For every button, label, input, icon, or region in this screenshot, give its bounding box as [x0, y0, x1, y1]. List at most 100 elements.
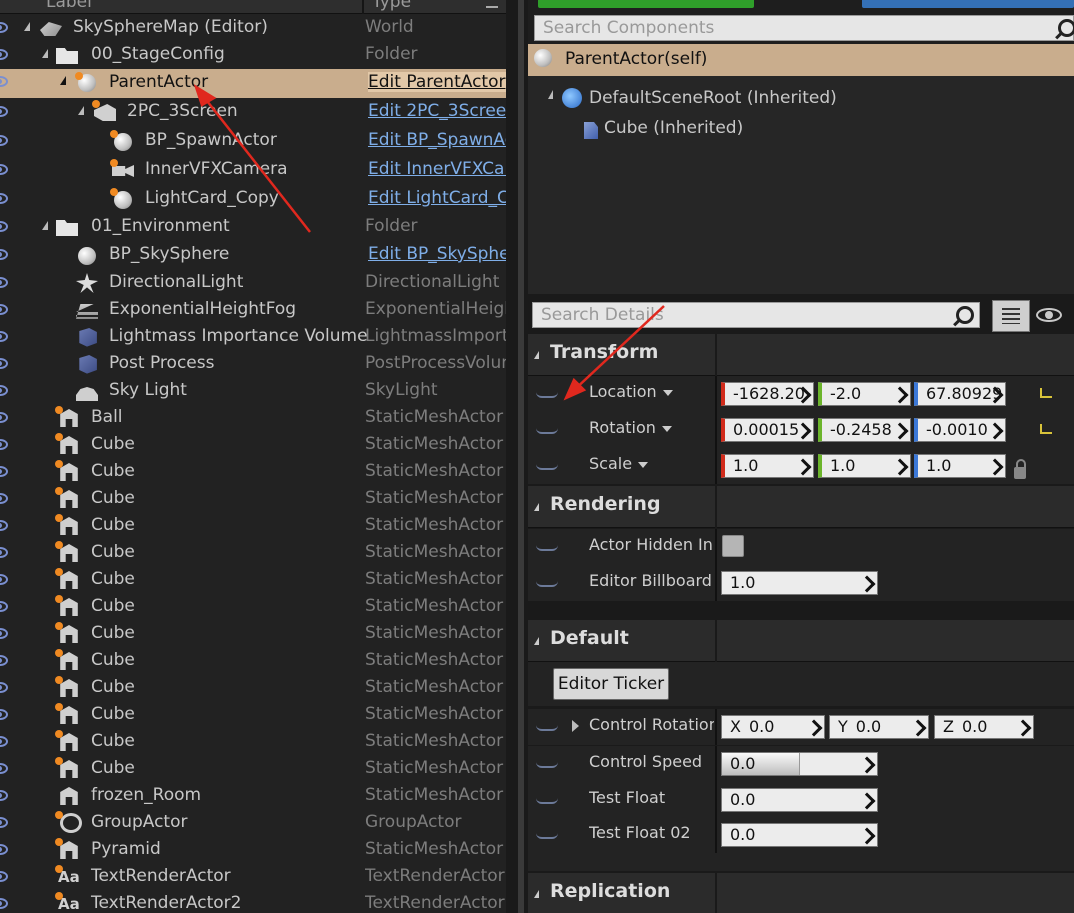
visibility-eye-icon[interactable] — [0, 817, 8, 828]
property-label[interactable]: Editor Billboard Scale — [589, 571, 714, 590]
outliner-row-postprocess[interactable]: Post Process PostProcessVolume — [0, 351, 506, 378]
property-label[interactable]: Test Float — [589, 788, 714, 807]
scale-x-field[interactable]: 1.0 — [721, 454, 814, 478]
outliner-row-screen[interactable]: 2PC_3Screen Edit 2PC_3Screen — [0, 99, 506, 126]
outliner-row-lightcard[interactable]: LightCard_Copy Edit LightCard_Copy — [0, 186, 506, 213]
actor-hidden-checkbox[interactable] — [722, 535, 744, 557]
collapse-arrow-icon[interactable] — [534, 503, 539, 511]
control-speed-slider[interactable]: 0.0 — [721, 752, 878, 776]
visibility-eye-icon[interactable] — [0, 547, 8, 558]
reset-arrow-icon[interactable] — [536, 581, 558, 587]
outliner-row-group[interactable]: GroupActor GroupActor — [0, 810, 506, 837]
editor-ticker-button[interactable]: Editor Ticker — [553, 668, 669, 700]
blueprint-script-button[interactable] — [862, 0, 1074, 8]
reset-arrow-icon[interactable] — [536, 833, 558, 839]
rotation-y-field[interactable]: -0.2458 — [818, 418, 911, 442]
collapse-arrow-icon[interactable] — [548, 90, 553, 99]
visibility-eye-icon[interactable] — [0, 164, 8, 175]
visibility-eye-icon[interactable] — [0, 193, 8, 204]
location-z-field[interactable]: 67.80929 — [914, 382, 1006, 406]
dropdown-arrow-icon[interactable] — [662, 389, 673, 396]
category-default[interactable]: Default — [528, 620, 1074, 662]
control-rotation-y-field[interactable]: Y 0.0 — [829, 715, 929, 739]
visibility-eye-icon[interactable] — [0, 790, 8, 801]
outliner-row-mesh[interactable]: Cube StaticMeshActor — [0, 702, 506, 729]
outliner-row-mesh[interactable]: Cube StaticMeshActor — [0, 432, 506, 459]
outliner-row-mesh[interactable]: Ball StaticMeshActor — [0, 405, 506, 432]
control-rotation-x-field[interactable]: X 0.0 — [721, 715, 825, 739]
category-replication[interactable]: Replication — [528, 873, 1074, 913]
property-label[interactable]: Scale — [589, 454, 649, 473]
property-label[interactable]: Actor Hidden In Game — [589, 535, 714, 554]
collapse-arrow-icon[interactable] — [78, 106, 84, 115]
outliner-row-fog[interactable]: ExponentialHeightFog ExponentialHeightFo… — [0, 297, 506, 324]
property-label[interactable]: Control Speed — [589, 752, 714, 771]
outliner-row-mesh[interactable]: Cube StaticMeshActor — [0, 648, 506, 675]
reset-arrow-icon[interactable] — [536, 392, 558, 398]
outliner-row-skylight[interactable]: Sky Light SkyLight — [0, 378, 506, 405]
property-label[interactable]: Location — [589, 382, 673, 401]
reset-arrow-icon[interactable] — [536, 545, 558, 551]
add-component-button[interactable] — [538, 0, 754, 8]
reset-arrow-icon[interactable] — [536, 428, 558, 434]
visibility-eye-icon[interactable] — [0, 898, 8, 909]
reset-to-default-icon[interactable] — [1040, 388, 1052, 398]
outliner-row-world[interactable]: SkySphereMap (Editor) World — [0, 15, 506, 42]
outliner-row-skysphere[interactable]: BP_SkySphere Edit BP_SkySphere — [0, 242, 506, 269]
visibility-eye-icon[interactable] — [0, 763, 8, 774]
test-float-02-field[interactable]: 0.0 — [721, 823, 878, 847]
collapse-arrow-icon[interactable] — [534, 637, 539, 645]
scale-y-field[interactable]: 1.0 — [818, 454, 911, 478]
visibility-eye-icon[interactable] — [0, 520, 8, 531]
outliner-row-folder[interactable]: 00_StageConfig Folder — [0, 42, 506, 69]
visibility-eye-icon[interactable] — [0, 49, 8, 60]
visibility-eye-icon[interactable] — [0, 221, 8, 232]
category-transform[interactable]: Transform — [528, 334, 1074, 376]
outliner-row-mesh[interactable]: Pyramid StaticMeshActor — [0, 837, 506, 864]
outliner-row-mesh[interactable]: Cube StaticMeshActor — [0, 567, 506, 594]
collapse-arrow-icon[interactable] — [534, 890, 539, 898]
component-cube-label[interactable]: Cube (Inherited) — [604, 118, 743, 138]
dropdown-arrow-icon[interactable] — [638, 461, 649, 468]
location-x-field[interactable]: -1628.20 — [721, 382, 814, 406]
outliner-row-mesh[interactable]: Cube StaticMeshActor — [0, 540, 506, 567]
visibility-eye-icon[interactable] — [0, 304, 8, 315]
search-components-input[interactable]: Search Components — [534, 15, 1074, 41]
outliner-row-mesh[interactable]: frozen_Room StaticMeshActor — [0, 783, 506, 810]
reset-arrow-icon[interactable] — [536, 725, 558, 731]
outliner-row-text[interactable]: Aa TextRenderActor2 TextRenderActor — [0, 891, 506, 913]
expand-arrow-icon[interactable] — [572, 720, 579, 732]
outliner-row-mesh[interactable]: Cube StaticMeshActor — [0, 513, 506, 540]
outliner-row-camera[interactable]: InnerVFXCamera Edit InnerVFXCamera — [0, 157, 506, 184]
outliner-row-spawnactor[interactable]: BP_SpawnActor Edit BP_SpawnActor — [0, 128, 506, 155]
visibility-eye-icon[interactable] — [0, 601, 8, 612]
edit-blueprint-link[interactable]: Edit InnerVFXCamera — [368, 159, 506, 179]
outliner-row-mesh[interactable]: Cube StaticMeshActor — [0, 486, 506, 513]
collapse-arrow-icon[interactable] — [24, 22, 30, 31]
outliner-row-mesh[interactable]: Cube StaticMeshActor — [0, 756, 506, 783]
visibility-eye-icon[interactable] — [0, 682, 8, 693]
visibility-eye-icon[interactable] — [0, 106, 8, 117]
collapse-arrow-icon[interactable] — [534, 351, 539, 359]
label-column-header[interactable]: Label — [46, 0, 92, 12]
visibility-eye-icon[interactable] — [0, 22, 8, 33]
visibility-eye-icon[interactable] — [0, 574, 8, 585]
edit-blueprint-link[interactable]: Edit LightCard_Copy — [368, 188, 506, 208]
property-matrix-icon[interactable] — [992, 300, 1030, 332]
search-icon[interactable] — [956, 306, 974, 324]
visibility-eye-icon[interactable] — [0, 466, 8, 477]
outliner-row-text[interactable]: Aa TextRenderActor TextRenderActor — [0, 864, 506, 891]
column-separator[interactable] — [362, 0, 364, 14]
visibility-eye-icon[interactable] — [0, 277, 8, 288]
visibility-eye-icon[interactable] — [0, 331, 8, 342]
visibility-eye-icon[interactable] — [0, 628, 8, 639]
reset-arrow-icon[interactable] — [536, 464, 558, 470]
visibility-eye-icon[interactable] — [0, 493, 8, 504]
visibility-eye-icon[interactable] — [0, 412, 8, 423]
test-float-field[interactable]: 0.0 — [721, 788, 878, 812]
visibility-eye-icon[interactable] — [0, 249, 8, 260]
panel-splitter[interactable] — [506, 0, 528, 913]
outliner-row-mesh[interactable]: Cube StaticMeshActor — [0, 459, 506, 486]
visibility-eye-icon[interactable] — [0, 76, 8, 87]
view-options-eye-icon[interactable] — [1036, 308, 1062, 322]
